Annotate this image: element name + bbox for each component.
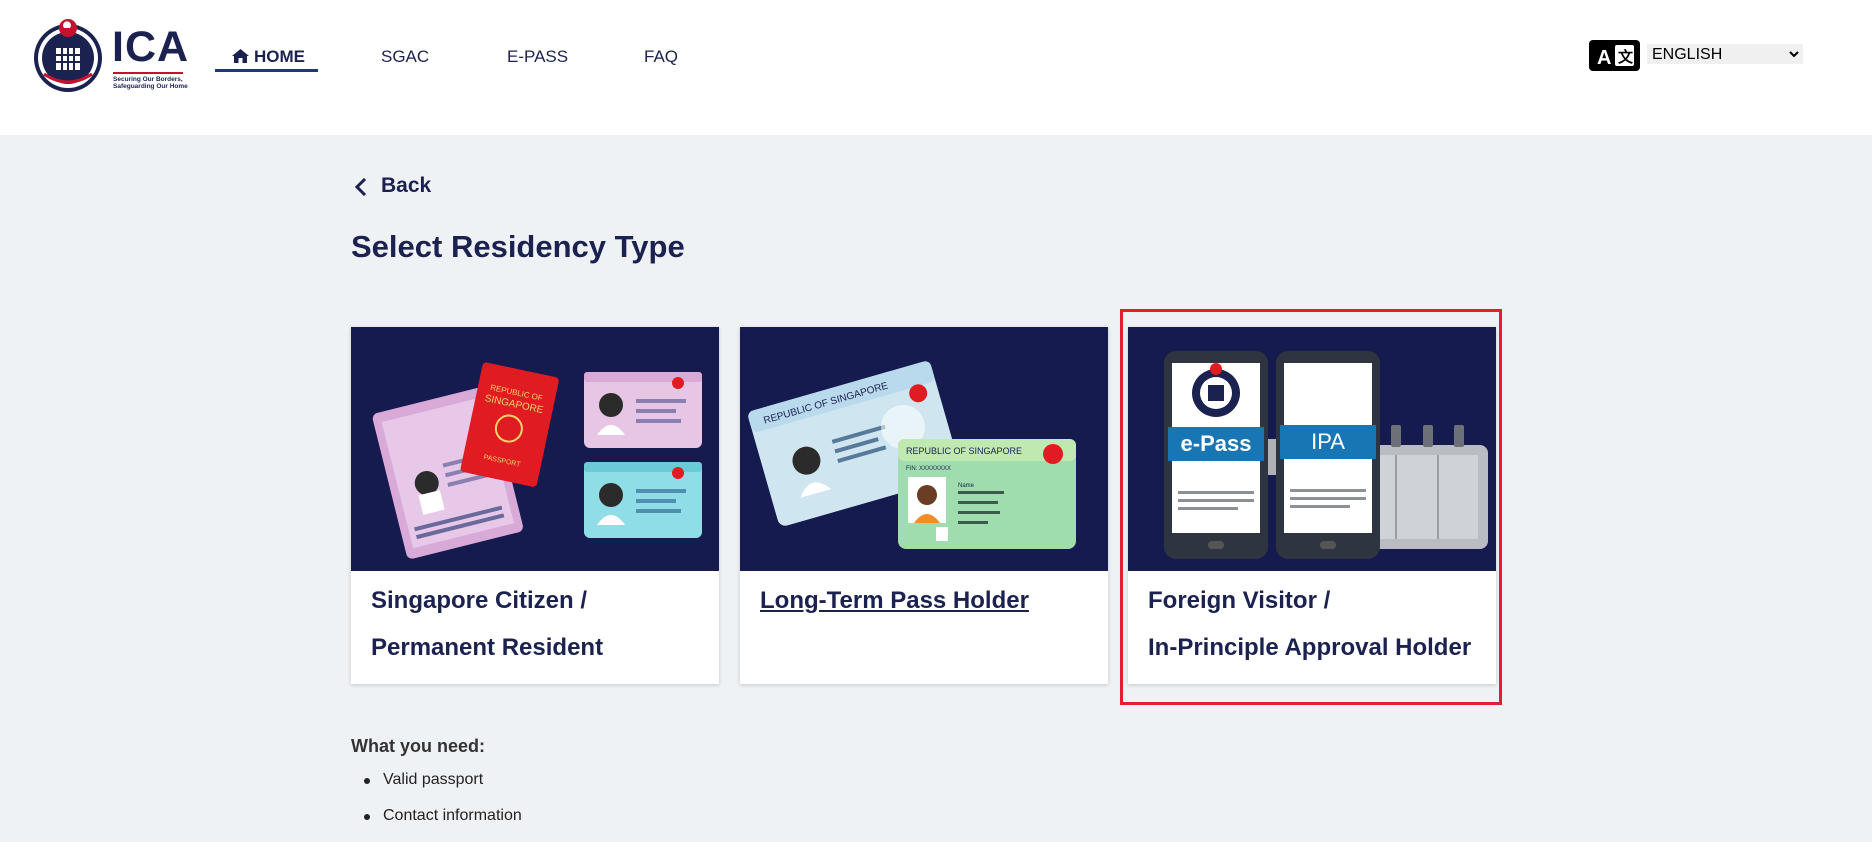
page-title: Select Residency Type xyxy=(351,229,685,264)
list-item: Contact information xyxy=(351,802,522,838)
logo-divider xyxy=(113,72,183,74)
logo-tagline-line-2: Safeguarding Our Home xyxy=(113,83,188,90)
nav-home[interactable]: HOME xyxy=(232,42,305,72)
card-label: Singapore Citizen / Permanent Resident xyxy=(371,577,711,671)
epass-ipa-phones-illustration: e-Pass IPA xyxy=(1128,327,1496,571)
nav-active-indicator xyxy=(215,69,318,72)
nav-epass[interactable]: E-PASS xyxy=(507,42,568,72)
ica-logo[interactable]: ICA Securing Our Borders, Safeguarding O… xyxy=(30,16,190,94)
requirements-title: What you need: xyxy=(351,736,485,756)
card-label: Long-Term Pass Holder xyxy=(760,577,1100,624)
ltp-card-fin: FIN: XXXXXXXX xyxy=(906,466,951,472)
nav-faq[interactable]: FAQ xyxy=(644,42,678,72)
requirements-list: Valid passport Contact information xyxy=(351,766,522,838)
card-long-term-pass[interactable]: REPUBLIC OF SINGAPORE REPUBLIC OF SINGAP… xyxy=(740,327,1108,684)
logo-tagline: Securing Our Borders, Safeguarding Our H… xyxy=(113,76,193,90)
back-label: Back xyxy=(381,174,432,197)
card-label: Foreign Visitor / In-Principle Approval … xyxy=(1148,577,1488,671)
svg-text:A: A xyxy=(1597,47,1611,69)
back-link[interactable]: Back xyxy=(355,172,431,200)
logo-text: ICA xyxy=(112,23,190,71)
card-foreign-visitor[interactable]: e-Pass IPA Foreign Visitor / In-Principl… xyxy=(1128,327,1496,684)
card-label-line-2: In-Principle Approval Holder xyxy=(1148,634,1472,661)
phone-epass-text: e-Pass xyxy=(1181,431,1252,456)
card-label-line-1: Foreign Visitor / xyxy=(1148,587,1331,614)
ltp-card-name: Name xyxy=(958,483,975,489)
nav-home-label: HOME xyxy=(254,47,305,66)
nav-sgac[interactable]: SGAC xyxy=(381,42,429,72)
chevron-left-icon xyxy=(355,178,367,196)
language-select[interactable]: ENGLISH xyxy=(1647,44,1803,64)
card-label-line-1: Long-Term Pass Holder xyxy=(760,587,1029,614)
ica-emblem-icon xyxy=(34,19,102,92)
phone-ipa-text: IPA xyxy=(1311,429,1345,454)
ltp-card-header: REPUBLIC OF SINGAPORE xyxy=(906,446,1022,456)
ltvp-card-illustration: REPUBLIC OF SINGAPORE REPUBLIC OF SINGAP… xyxy=(740,327,1108,571)
home-icon xyxy=(232,49,249,63)
card-label-line-2: Permanent Resident xyxy=(371,634,604,661)
passport-nric-illustration: REPUBLIC OF SINGAPORE PASSPORT xyxy=(351,327,719,571)
site-header: ICA Securing Our Borders, Safeguarding O… xyxy=(0,0,1872,135)
svg-text:文: 文 xyxy=(1618,48,1634,66)
list-item: Valid passport xyxy=(351,766,522,802)
card-label-line-1: Singapore Citizen / xyxy=(371,587,588,614)
card-singapore-citizen[interactable]: REPUBLIC OF SINGAPORE PASSPORT Singapore xyxy=(351,327,719,684)
logo-tagline-line-1: Securing Our Borders, xyxy=(113,76,183,83)
translate-icon[interactable]: A 文 xyxy=(1589,40,1640,71)
